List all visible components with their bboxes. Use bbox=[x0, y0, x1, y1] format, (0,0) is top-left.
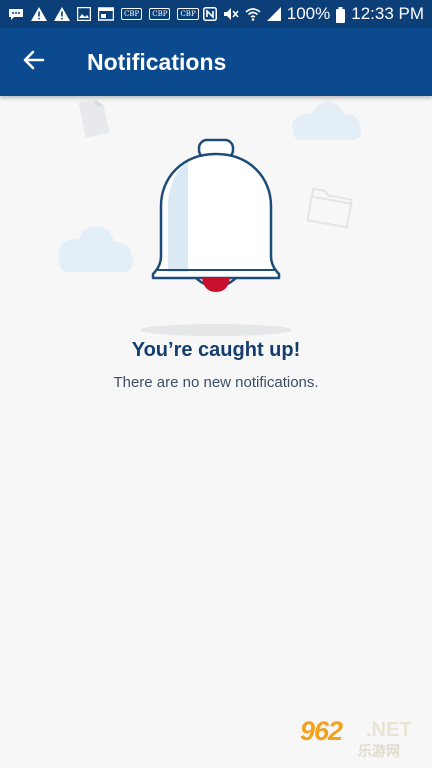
chat-icon bbox=[8, 7, 24, 21]
window-icon bbox=[97, 7, 115, 21]
cbp-badge: CBP bbox=[149, 8, 171, 20]
bell-illustration bbox=[59, 99, 361, 336]
cbp-badge: CBP bbox=[121, 8, 143, 20]
empty-state-subtitle: There are no new notifications. bbox=[113, 374, 319, 391]
nfc-icon bbox=[202, 7, 217, 21]
app-toolbar: Notifications bbox=[0, 28, 432, 96]
back-button[interactable] bbox=[14, 42, 54, 82]
arrow-left-icon bbox=[23, 50, 45, 75]
cloud-icon bbox=[292, 102, 361, 140]
status-bar: CBP CBP CBP 100% 12:33 PM bbox=[0, 0, 432, 28]
status-right-icons: 100% 12:33 PM bbox=[202, 4, 424, 24]
status-left-icons: CBP CBP CBP bbox=[8, 6, 203, 22]
cloud-icon bbox=[59, 226, 133, 272]
battery-icon bbox=[336, 7, 346, 23]
image-icon bbox=[76, 6, 92, 22]
empty-state-title: You’re caught up! bbox=[131, 339, 301, 361]
clock: 12:33 PM bbox=[351, 4, 424, 23]
document-icon bbox=[78, 99, 110, 138]
wifi-icon bbox=[245, 7, 261, 21]
page-title: Notifications bbox=[87, 49, 227, 75]
mute-icon bbox=[223, 7, 239, 21]
watermark-logo: 962 .NET 乐游网 bbox=[296, 716, 426, 762]
watermark-number: 962 bbox=[300, 716, 343, 746]
notifications-empty-state: You’re caught up! There are no new notif… bbox=[0, 96, 432, 768]
watermark-suffix: .NET bbox=[366, 719, 412, 741]
battery-percent: 100% bbox=[286, 4, 331, 23]
cbp-badge: CBP bbox=[177, 8, 199, 20]
bell-icon bbox=[151, 138, 281, 292]
warning-icon bbox=[31, 7, 47, 21]
signal-icon bbox=[266, 7, 281, 21]
watermark-chinese: 乐游网 bbox=[358, 743, 400, 759]
bell-shadow bbox=[140, 324, 292, 336]
warning-icon bbox=[54, 7, 70, 21]
folder-icon bbox=[306, 187, 353, 229]
